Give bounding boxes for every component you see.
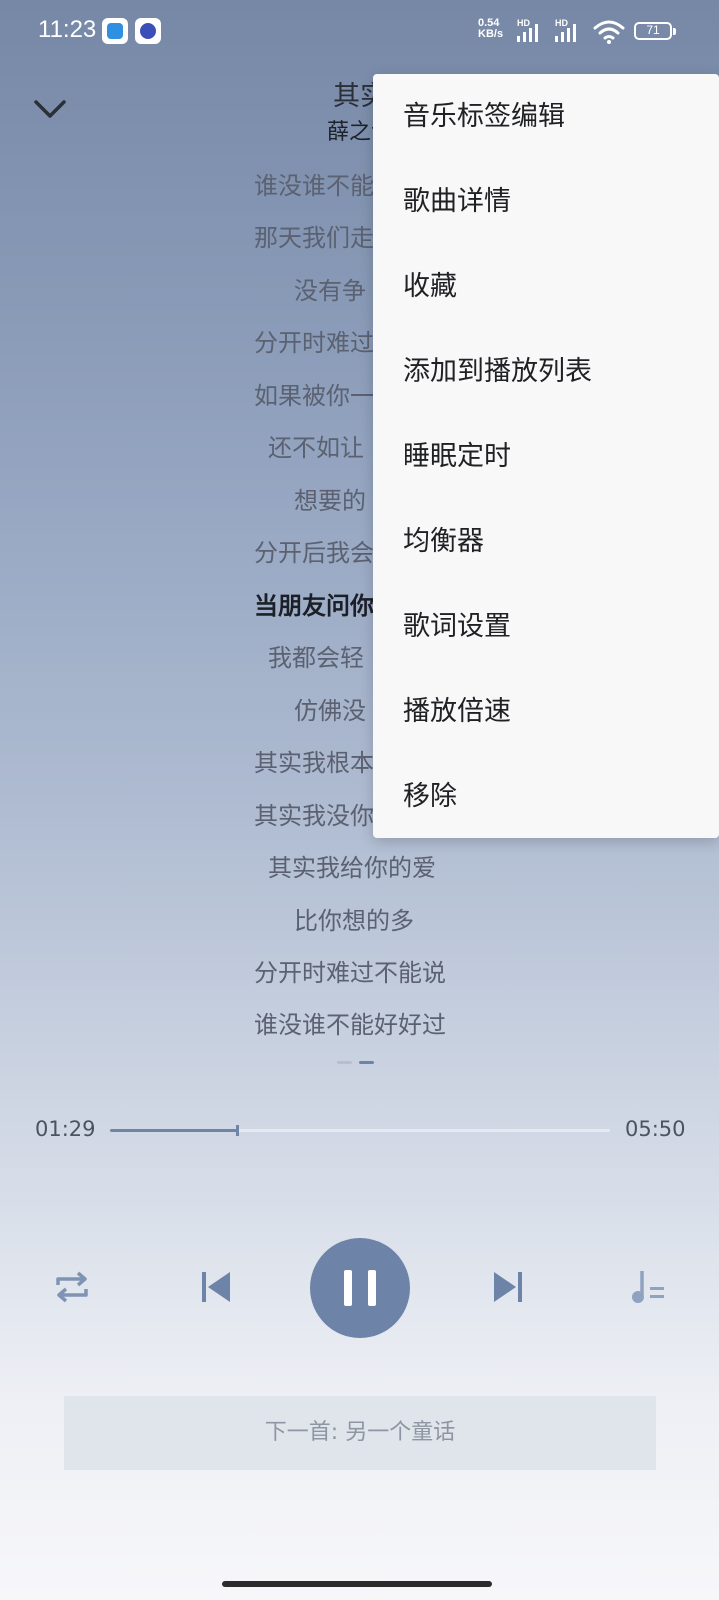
battery-level: 71 bbox=[646, 23, 660, 37]
lyric-line: 谁没谁不能 bbox=[254, 172, 374, 200]
lyric-line: 谁没谁不能好好过 bbox=[254, 1011, 446, 1039]
progress-fill bbox=[110, 1129, 237, 1132]
current-time: 01:29 bbox=[35, 1117, 96, 1141]
lyric-line: 分开时难过 bbox=[254, 329, 374, 357]
menu-item-add-to-playlist[interactable]: 添加到播放列表 bbox=[373, 329, 719, 414]
battery-icon: 71 bbox=[634, 22, 672, 40]
status-bar: 11:23 0.54 KB/s HD HD 71 bbox=[0, 0, 719, 64]
lyric-line: 想要的 bbox=[294, 487, 366, 515]
menu-item-playback-speed[interactable]: 播放倍速 bbox=[373, 669, 719, 754]
play-pause-button[interactable] bbox=[310, 1238, 410, 1338]
lyric-line: 分开后我会 bbox=[254, 539, 374, 567]
overflow-menu: 音乐标签编辑 歌曲详情 收藏 添加到播放列表 睡眠定时 均衡器 歌词设置 播放倍… bbox=[373, 74, 719, 838]
app-notification-icon-2 bbox=[135, 18, 161, 44]
skip-previous-icon[interactable] bbox=[198, 1268, 236, 1306]
menu-item-lyrics-settings[interactable]: 歌词设置 bbox=[373, 584, 719, 669]
menu-item-tag-edit[interactable]: 音乐标签编辑 bbox=[373, 74, 719, 159]
lyric-line: 那天我们走 bbox=[254, 224, 374, 252]
lyric-line: 还不如让 bbox=[268, 434, 364, 462]
lyric-line: 如果被你一 bbox=[254, 382, 374, 410]
pause-icon bbox=[344, 1270, 376, 1306]
lyric-line: 没有争 bbox=[294, 277, 366, 305]
next-song-bar[interactable]: 下一首: 另一个童话 bbox=[64, 1396, 656, 1470]
lyric-line: 其实我给你的爱 bbox=[268, 854, 436, 882]
network-speed-unit: KB/s bbox=[478, 28, 504, 40]
battery-tip bbox=[673, 28, 676, 35]
total-time: 05:50 bbox=[625, 1117, 686, 1141]
lyric-line: 比你想的多 bbox=[294, 907, 414, 935]
menu-item-song-details[interactable]: 歌曲详情 bbox=[373, 159, 719, 244]
lyric-line: 我都会轻 bbox=[268, 644, 364, 672]
lyric-line-active: 当朋友问你 bbox=[254, 592, 374, 620]
lyric-line: 仿佛没 bbox=[294, 697, 366, 725]
chevron-down-icon[interactable] bbox=[30, 92, 70, 128]
progress-slider[interactable] bbox=[110, 1125, 610, 1136]
playlist-icon[interactable] bbox=[630, 1267, 670, 1307]
status-time: 11:23 bbox=[38, 16, 97, 43]
lyric-line: 分开时难过不能说 bbox=[254, 959, 446, 987]
repeat-icon[interactable] bbox=[50, 1267, 94, 1307]
lyric-line: 其实我没你 bbox=[254, 802, 374, 830]
menu-item-remove[interactable]: 移除 bbox=[373, 754, 719, 839]
menu-item-favorite[interactable]: 收藏 bbox=[373, 244, 719, 329]
wifi-icon bbox=[593, 20, 625, 44]
lyric-line: 其实我根本 bbox=[254, 749, 374, 777]
skip-next-icon[interactable] bbox=[488, 1268, 526, 1306]
page-dot-active bbox=[359, 1061, 374, 1064]
page-dot bbox=[337, 1061, 352, 1064]
menu-item-sleep-timer[interactable]: 睡眠定时 bbox=[373, 414, 719, 499]
progress-thumb[interactable] bbox=[236, 1125, 239, 1136]
app-notification-icon bbox=[102, 18, 128, 44]
network-speed: 0.54 KB/s bbox=[478, 18, 503, 40]
menu-item-equalizer[interactable]: 均衡器 bbox=[373, 499, 719, 584]
home-indicator[interactable] bbox=[222, 1581, 492, 1587]
